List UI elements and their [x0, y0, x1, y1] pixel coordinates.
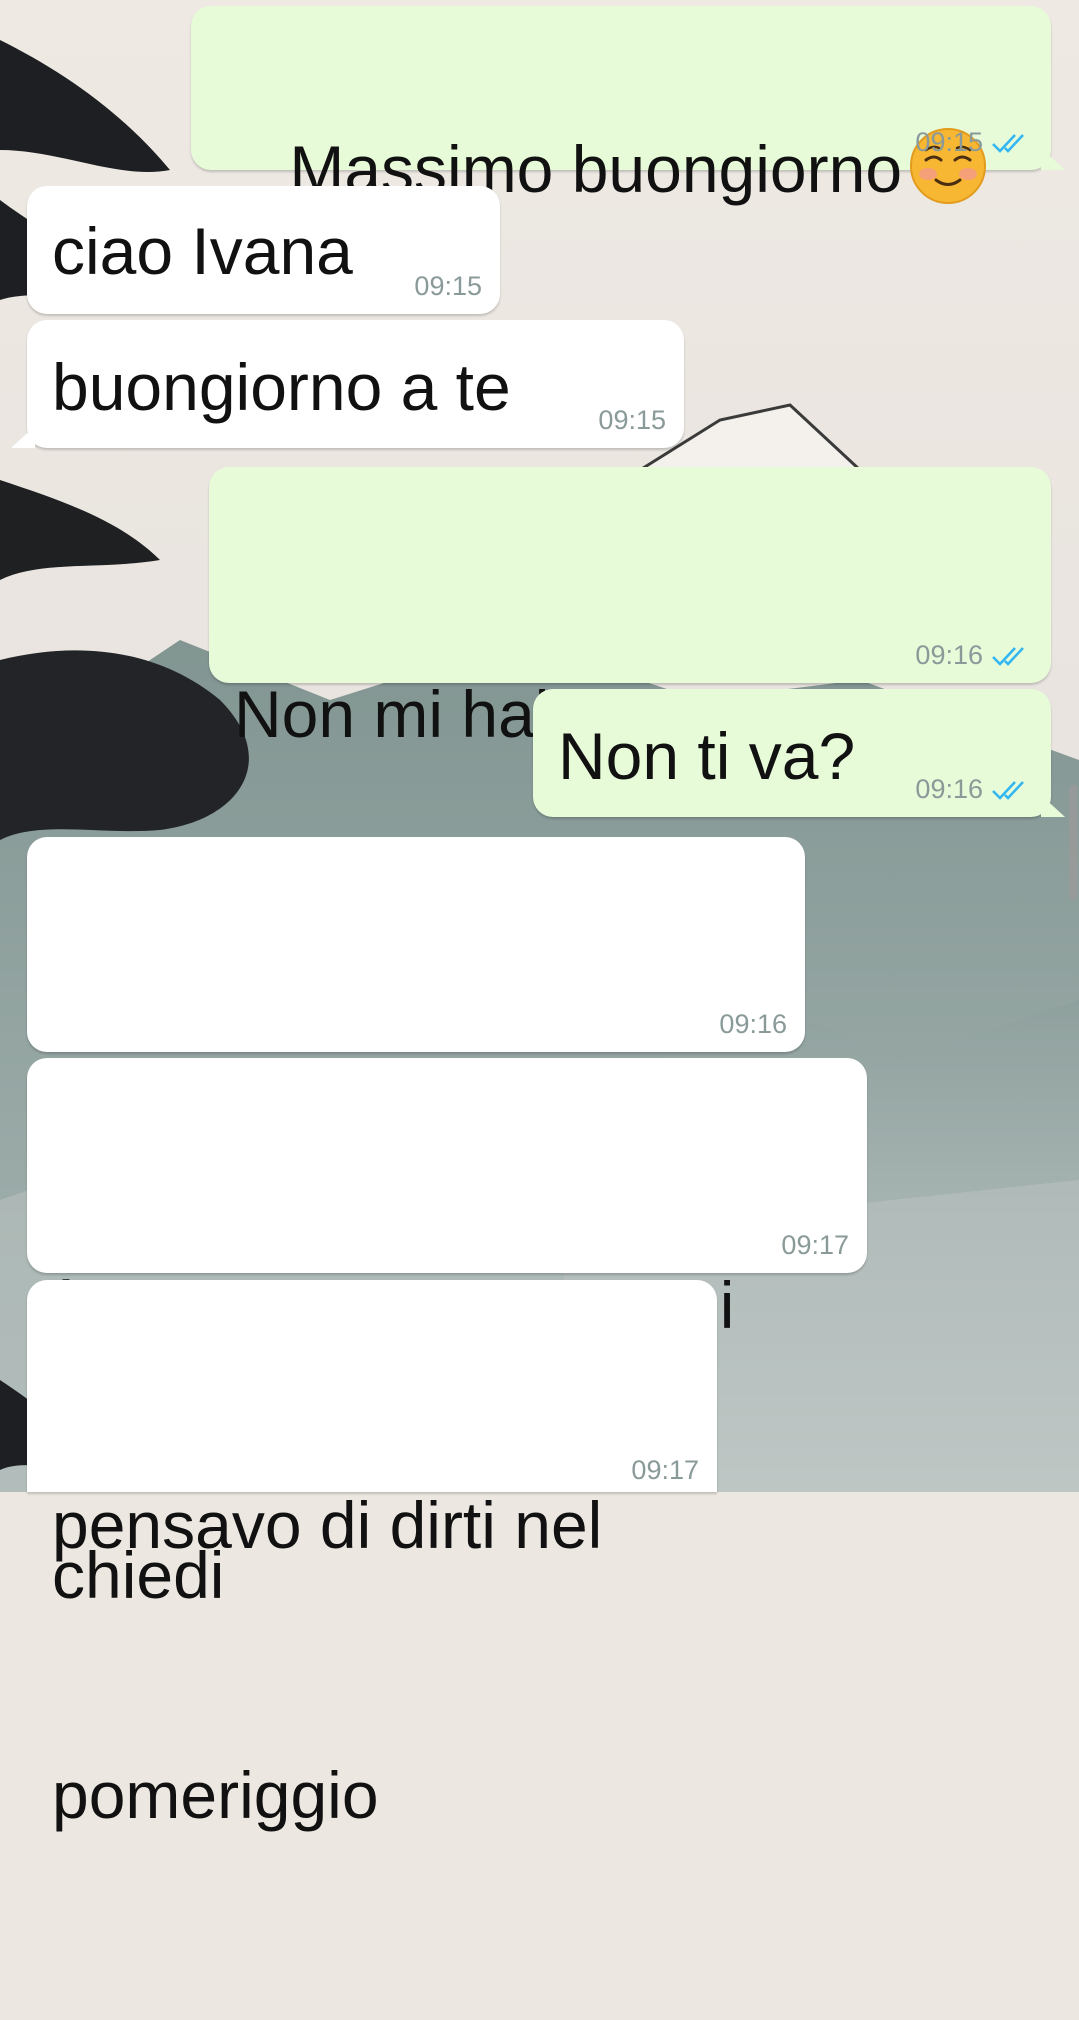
message-meta: 09:16: [915, 774, 1031, 805]
message-line: pensavo di dirti nel: [52, 1488, 603, 1562]
bubble-tail: [11, 426, 35, 448]
message-text: pensavo di dirti nel pomeriggio: [52, 1300, 602, 2020]
message-bubble-outgoing[interactable]: Non ti va? 09:16: [533, 689, 1065, 817]
message-meta: 09:17: [631, 1455, 699, 1486]
message-text: buongiorno a te: [52, 350, 511, 424]
message-text: Non ti va?: [558, 719, 856, 793]
message-meta: 09:15: [598, 405, 666, 436]
bubble-tail: [1041, 148, 1065, 170]
message-meta: 09:16: [915, 640, 1031, 671]
message-bubble-incoming[interactable]: ciao Ivana 09:15: [27, 186, 500, 314]
message-timestamp: 09:16: [719, 1009, 787, 1039]
double-check-icon: [991, 779, 1031, 801]
message-bubble-incoming[interactable]: buongiorno a te 09:15: [11, 320, 684, 448]
message-timestamp: 09:17: [781, 1230, 849, 1260]
message-meta: 09:15: [915, 127, 1031, 158]
message-bubble-incoming[interactable]: è presto adesso che mi chiedi 09:17: [27, 1058, 867, 1612]
message-meta: 09:16: [719, 1009, 787, 1040]
message-bubble-incoming[interactable]: pensavo di dirti nel pomeriggio 09:17: [27, 1280, 717, 1832]
double-check-icon: [991, 132, 1031, 154]
message-meta: 09:17: [781, 1230, 849, 1261]
double-check-icon: [991, 645, 1031, 667]
bubble-tail: [1041, 795, 1065, 817]
message-meta: 09:15: [414, 271, 482, 302]
message-line: pomeriggio: [52, 1758, 379, 1832]
message-bubble-outgoing[interactable]: Massimo buongiorno 09:15: [191, 6, 1065, 206]
message-bubble-incoming[interactable]: no e che non ci avevo pensato 09:16: [27, 837, 805, 1391]
message-timestamp: 09:15: [598, 405, 666, 435]
message-bubble-outgoing[interactable]: Non mi hai detto niente per stasera 09:1…: [209, 467, 1051, 1021]
message-timestamp: 09:16: [915, 774, 983, 804]
message-timestamp: 09:15: [414, 271, 482, 301]
message-text: ciao Ivana: [52, 214, 353, 288]
message-timestamp: 09:16: [915, 640, 983, 670]
message-timestamp: 09:15: [915, 127, 983, 157]
scrollbar[interactable]: [1069, 785, 1077, 900]
message-timestamp: 09:17: [631, 1455, 699, 1485]
